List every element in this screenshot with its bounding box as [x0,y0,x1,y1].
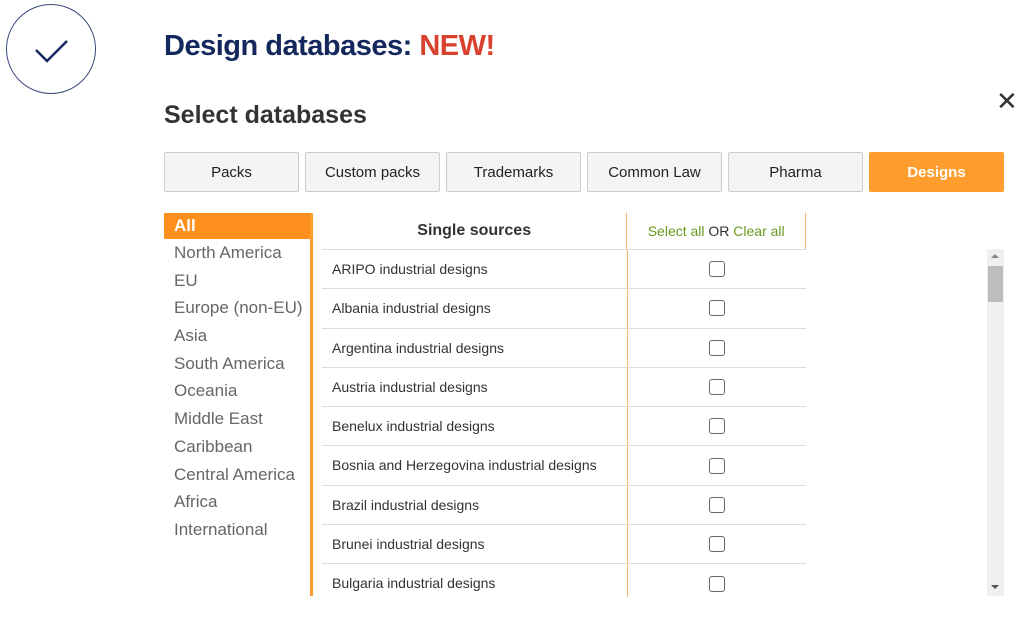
tab-trademarks[interactable]: Trademarks [446,152,581,192]
scroll-down-icon[interactable] [991,585,999,589]
region-item[interactable]: EU [164,267,310,295]
source-name: Bulgaria industrial designs [322,564,627,597]
region-item[interactable]: Oceania [164,377,310,405]
checkbox-cell [627,446,806,484]
source-checkbox[interactable] [709,458,725,474]
region-item[interactable]: Caribbean [164,433,310,461]
region-item[interactable]: Middle East [164,405,310,433]
table-row: Albania industrial designs [322,289,806,328]
source-checkbox[interactable] [709,261,725,277]
table-row: Bosnia and Herzegovina industrial design… [322,446,806,485]
source-checkbox[interactable] [709,340,725,356]
close-icon[interactable]: ✕ [996,86,1018,117]
region-sidebar: AllNorth AmericaEUEurope (non-EU)AsiaSou… [164,213,313,596]
tab-common-law[interactable]: Common Law [587,152,722,192]
source-checkbox[interactable] [709,418,725,434]
region-item[interactable]: All [164,213,310,239]
source-checkbox[interactable] [709,576,725,592]
checkbox-cell [627,564,806,597]
select-all-link[interactable]: Select all [648,223,705,239]
table-row: Bulgaria industrial designs [322,564,806,597]
tab-designs[interactable]: Designs [869,152,1004,192]
source-name: ARIPO industrial designs [322,250,627,288]
scrollbar-thumb[interactable] [988,266,1003,302]
title-text: Design databases: [164,30,412,62]
table-row: Brunei industrial designs [322,525,806,564]
source-name: Austria industrial designs [322,368,627,406]
region-item[interactable]: Asia [164,322,310,350]
checkbox-cell [627,486,806,524]
select-clear-header: Select all OR Clear all [626,213,806,249]
region-item[interactable]: South America [164,350,310,378]
section-title: Select databases [164,101,367,130]
source-checkbox[interactable] [709,497,725,513]
scrollbar[interactable] [987,249,1004,596]
source-name: Bosnia and Herzegovina industrial design… [322,446,627,484]
sources-table: Single sources Select all OR Clear all A… [322,213,806,597]
region-item[interactable]: Central America [164,461,310,489]
source-name: Brazil industrial designs [322,486,627,524]
tab-custom-packs[interactable]: Custom packs [305,152,440,192]
source-checkbox[interactable] [709,379,725,395]
tab-packs[interactable]: Packs [164,152,299,192]
region-item[interactable]: Europe (non-EU) [164,294,310,322]
table-row: Brazil industrial designs [322,486,806,525]
source-name: Albania industrial designs [322,289,627,327]
tab-pharma[interactable]: Pharma [728,152,863,192]
region-item[interactable]: Africa [164,488,310,516]
checkbox-cell [627,289,806,327]
source-name: Argentina industrial designs [322,329,627,367]
success-check-icon [6,4,96,94]
table-row: Austria industrial designs [322,368,806,407]
source-checkbox[interactable] [709,300,725,316]
scroll-up-icon[interactable] [991,254,999,258]
table-row: Benelux industrial designs [322,407,806,446]
table-header: Single sources Select all OR Clear all [322,213,806,250]
table-row: ARIPO industrial designs [322,250,806,289]
clear-all-link[interactable]: Clear all [733,223,784,239]
checkbox-cell [627,368,806,406]
source-checkbox[interactable] [709,536,725,552]
checkbox-cell [627,525,806,563]
checkbox-cell [627,407,806,445]
page-title: Design databases: NEW! [164,30,495,63]
checkbox-cell [627,329,806,367]
source-name: Brunei industrial designs [322,525,627,563]
new-badge: NEW! [419,30,494,62]
region-item[interactable]: International [164,516,310,544]
table-row: Argentina industrial designs [322,329,806,368]
column-header-single-sources: Single sources [322,213,626,249]
source-name: Benelux industrial designs [322,407,627,445]
region-item[interactable]: North America [164,239,310,267]
or-text: OR [705,223,734,239]
checkbox-cell [627,250,806,288]
